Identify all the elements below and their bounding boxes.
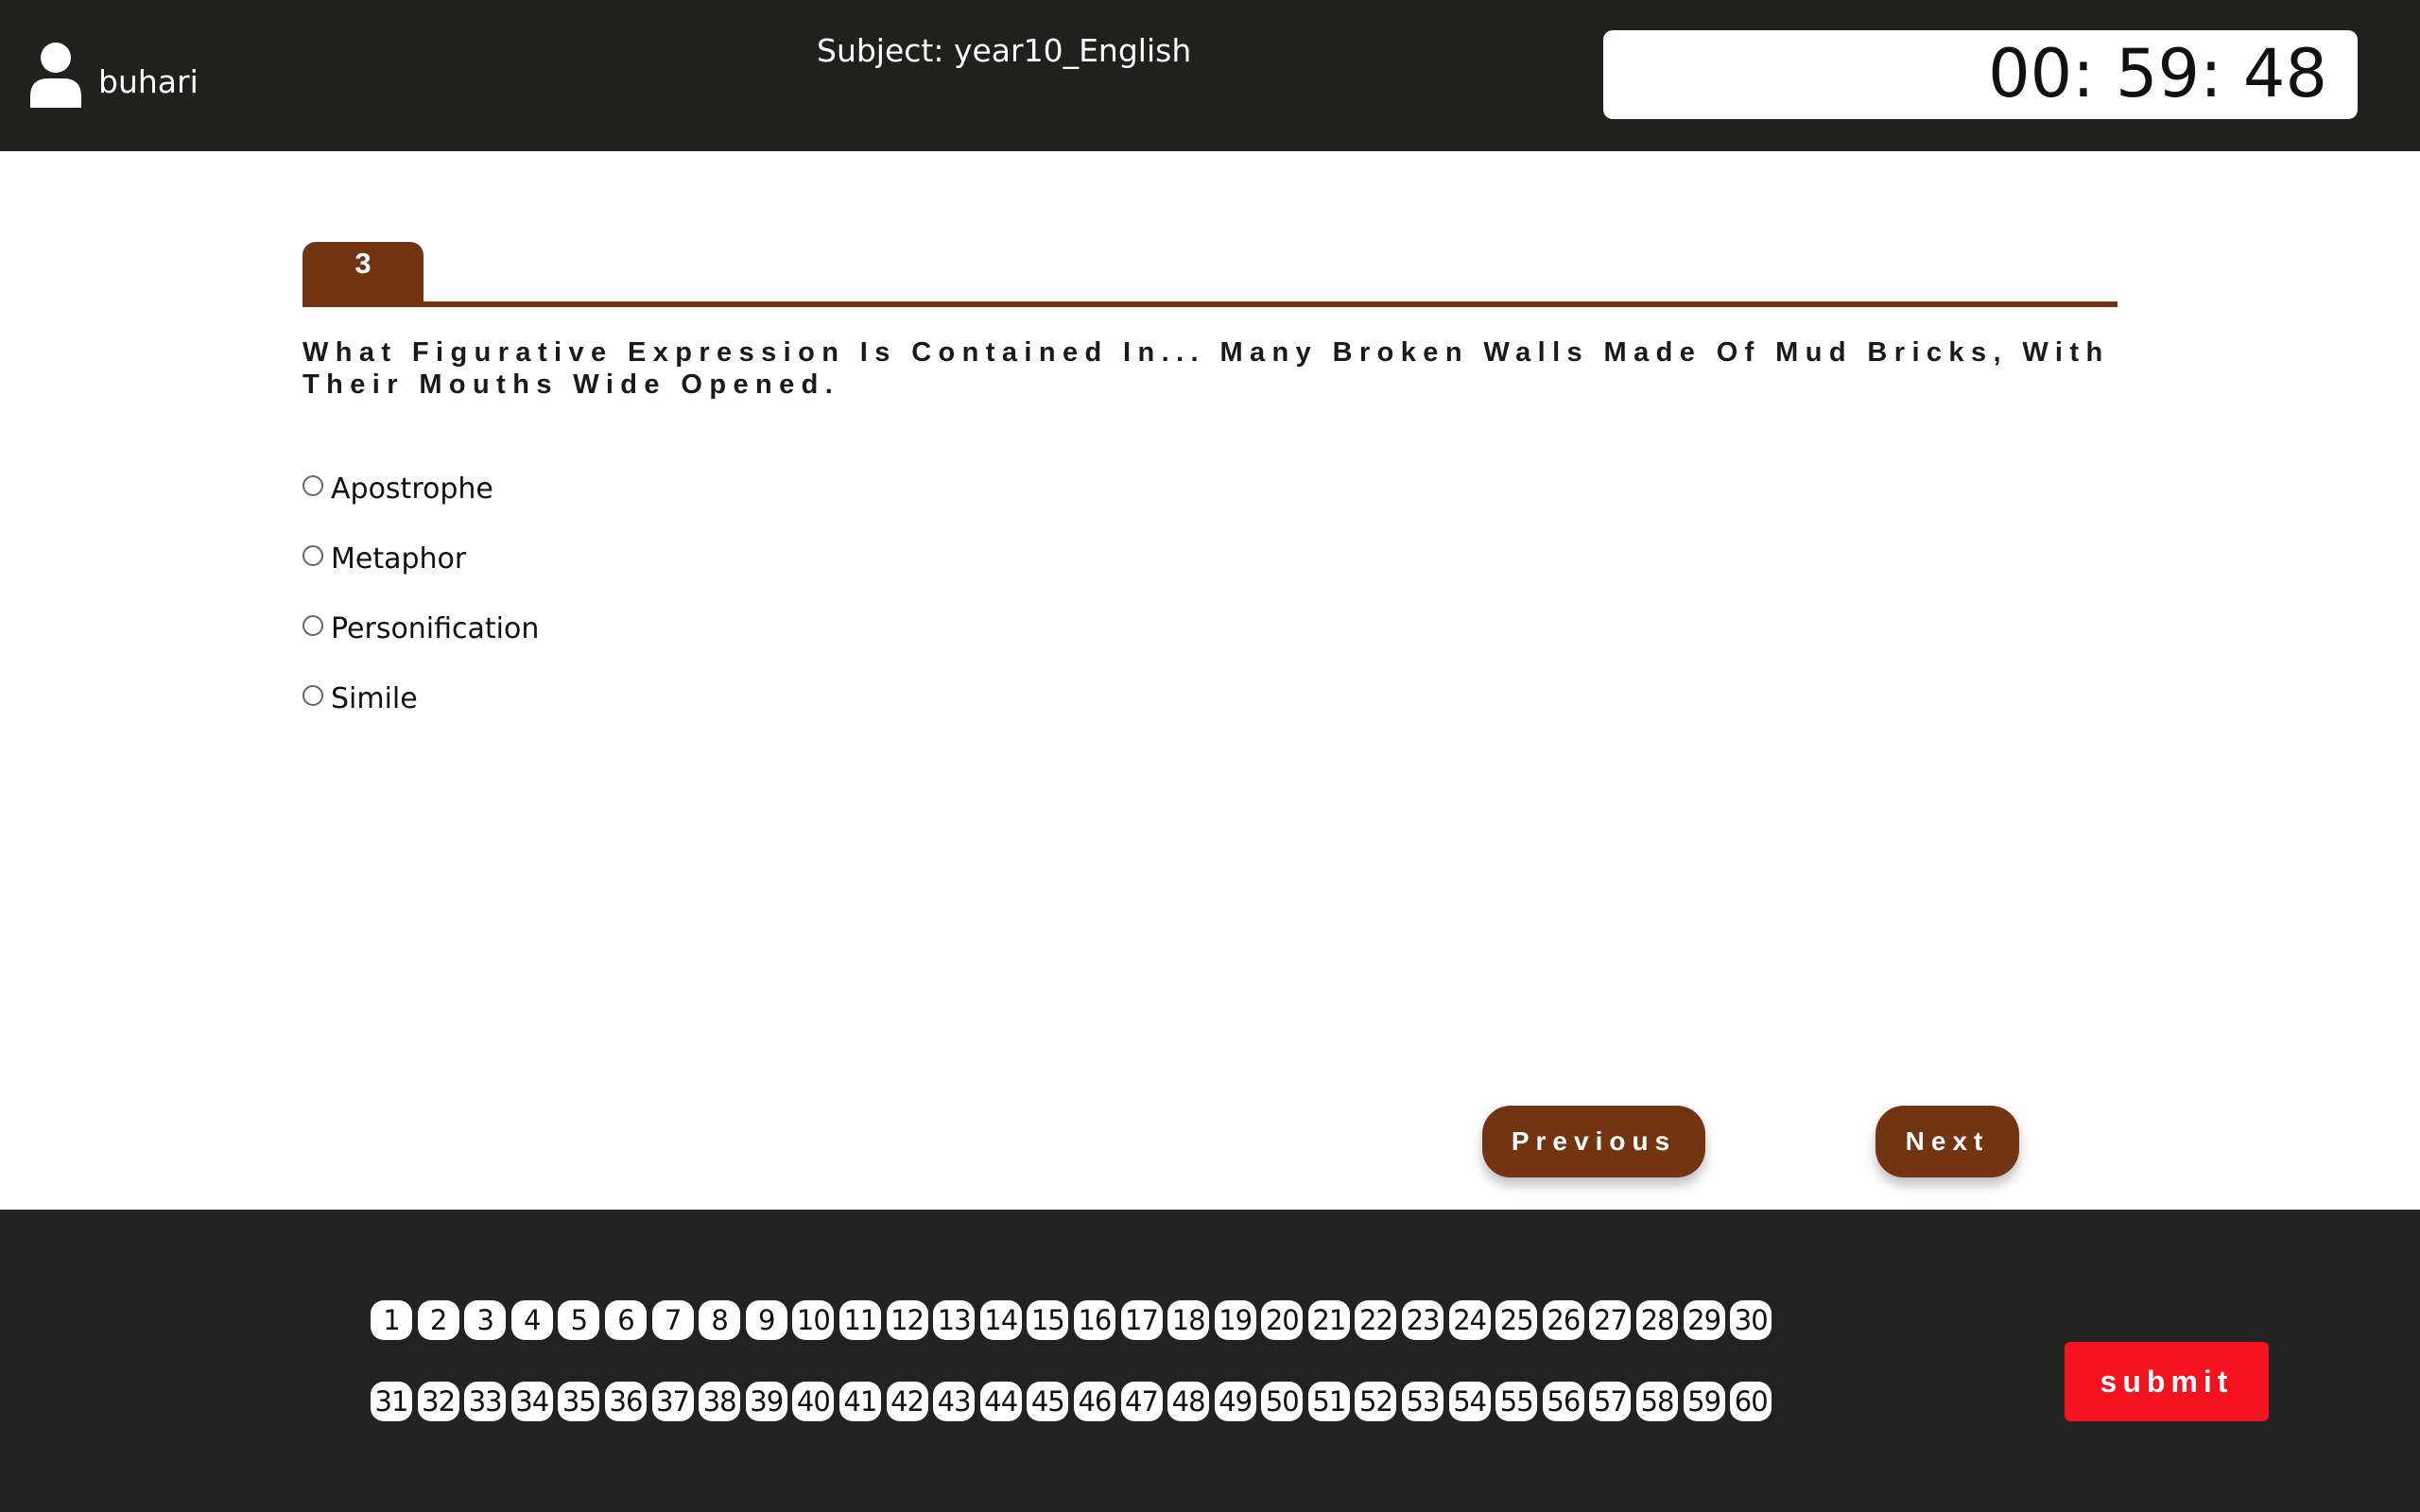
question-number-button[interactable]: 42 <box>886 1382 928 1421</box>
question-number-button[interactable]: 4 <box>510 1300 553 1340</box>
question-number-button[interactable]: 50 <box>1261 1382 1304 1421</box>
question-number-button[interactable]: 47 <box>1120 1382 1163 1421</box>
question-number-button[interactable]: 43 <box>933 1382 976 1421</box>
question-navigator-footer: 1 2 3 4 5 6 7 8 9 10 11 12 13 14 15 16 17 18 19 20 21 22 23 24 2… <box>0 1210 2420 1512</box>
question-number-button[interactable]: 35 <box>558 1382 600 1421</box>
question-number-button[interactable]: 49 <box>1214 1382 1256 1421</box>
question-divider <box>302 301 2118 307</box>
option-label: Metaphor <box>331 541 467 576</box>
question-number-button[interactable]: 3 <box>464 1300 507 1340</box>
question-number-button[interactable]: 16 <box>1073 1300 1115 1340</box>
question-number-button[interactable]: 7 <box>651 1300 694 1340</box>
question-number-button[interactable]: 33 <box>464 1382 507 1421</box>
radio-button[interactable] <box>302 545 323 566</box>
question-number-button[interactable]: 37 <box>651 1382 694 1421</box>
option-simile[interactable]: Simile <box>302 663 539 733</box>
question-number-row-2: 31 32 33 34 35 36 37 38 39 40 41 42 43 44 45 46 47 48 49 50… <box>371 1382 1777 1421</box>
radio-button[interactable] <box>302 615 323 636</box>
question-number-button[interactable]: 27 <box>1589 1300 1632 1340</box>
question-number-button[interactable]: 23 <box>1402 1300 1444 1340</box>
question-number-button[interactable]: 46 <box>1073 1382 1115 1421</box>
subject-title: Subject: year10_English <box>817 32 1192 69</box>
question-number-button[interactable]: 13 <box>933 1300 976 1340</box>
username: buhari <box>98 62 199 100</box>
question-number-button[interactable]: 58 <box>1636 1382 1679 1421</box>
option-metaphor[interactable]: Metaphor <box>302 524 539 593</box>
question-number-button[interactable]: 28 <box>1636 1300 1679 1340</box>
question-number-button[interactable]: 19 <box>1214 1300 1256 1340</box>
answer-options: Apostrophe Metaphor Personification Simi… <box>302 454 539 733</box>
question-number-button[interactable]: 21 <box>1307 1300 1350 1340</box>
question-number-button[interactable]: 26 <box>1542 1300 1584 1340</box>
radio-button[interactable] <box>302 685 323 706</box>
question-number-button[interactable]: 18 <box>1167 1300 1210 1340</box>
question-number-button[interactable]: 12 <box>886 1300 928 1340</box>
question-number-button[interactable]: 2 <box>417 1300 459 1340</box>
question-number-button[interactable]: 60 <box>1730 1382 1772 1421</box>
question-number-button[interactable]: 31 <box>371 1382 412 1421</box>
question-number-button[interactable]: 5 <box>558 1300 600 1340</box>
question-number-tab: 3 <box>302 242 424 304</box>
question-number-button[interactable]: 11 <box>838 1300 881 1340</box>
question-number-button[interactable]: 51 <box>1307 1382 1350 1421</box>
question-number-button[interactable]: 32 <box>417 1382 459 1421</box>
question-number-button[interactable]: 24 <box>1448 1300 1491 1340</box>
question-number-button[interactable]: 57 <box>1589 1382 1632 1421</box>
question-number-button[interactable]: 52 <box>1355 1382 1397 1421</box>
option-label: Personification <box>331 611 540 645</box>
question-number-button[interactable]: 48 <box>1167 1382 1210 1421</box>
question-number-button[interactable]: 40 <box>792 1382 835 1421</box>
question-number-button[interactable]: 14 <box>979 1300 1022 1340</box>
question-number-button[interactable]: 55 <box>1495 1382 1538 1421</box>
option-apostrophe[interactable]: Apostrophe <box>302 454 539 524</box>
user-info: buhari <box>28 42 199 108</box>
option-label: Apostrophe <box>331 472 493 506</box>
question-number-button[interactable]: 6 <box>604 1300 647 1340</box>
question-number-button[interactable]: 44 <box>979 1382 1022 1421</box>
question-number-button[interactable]: 15 <box>1027 1300 1069 1340</box>
submit-button[interactable]: submit <box>2065 1342 2269 1421</box>
question-number-button[interactable]: 59 <box>1683 1382 1725 1421</box>
question-number-button[interactable]: 34 <box>510 1382 553 1421</box>
question-number-button[interactable]: 29 <box>1683 1300 1725 1340</box>
question-number-button[interactable]: 30 <box>1730 1300 1772 1340</box>
question-number-row-1: 1 2 3 4 5 6 7 8 9 10 11 12 13 14 15 16 17 18 19 20 21 22 23 24 2… <box>371 1300 1777 1340</box>
next-button[interactable]: Next <box>1876 1106 2019 1177</box>
timer-box: 00: 59: 48 <box>1603 30 2358 119</box>
question-number-button[interactable]: 41 <box>838 1382 881 1421</box>
question-number-button[interactable]: 45 <box>1027 1382 1069 1421</box>
question-number-button[interactable]: 53 <box>1402 1382 1444 1421</box>
question-number-button[interactable]: 8 <box>699 1300 741 1340</box>
question-number-button[interactable]: 1 <box>371 1300 412 1340</box>
header-bar: buhari Subject: year10_English 00: 59: 4… <box>0 0 2420 151</box>
option-label: Simile <box>331 681 418 715</box>
option-personification[interactable]: Personification <box>302 593 539 663</box>
question-number-button[interactable]: 25 <box>1495 1300 1538 1340</box>
radio-button[interactable] <box>302 475 323 496</box>
question-number-button[interactable]: 39 <box>745 1382 787 1421</box>
question-number-button[interactable]: 17 <box>1120 1300 1163 1340</box>
question-number-button[interactable]: 9 <box>745 1300 787 1340</box>
user-icon <box>30 43 81 108</box>
previous-button[interactable]: Previous <box>1482 1106 1705 1177</box>
question-number-button[interactable]: 20 <box>1261 1300 1304 1340</box>
question-number-button[interactable]: 38 <box>699 1382 741 1421</box>
question-number-button[interactable]: 56 <box>1542 1382 1584 1421</box>
question-number-button[interactable]: 22 <box>1355 1300 1397 1340</box>
question-number-button[interactable]: 36 <box>604 1382 647 1421</box>
countdown-timer: 00: 59: 48 <box>1988 35 2327 112</box>
question-number-button[interactable]: 54 <box>1448 1382 1491 1421</box>
question-number-button[interactable]: 10 <box>792 1300 835 1340</box>
question-text: What Figurative Expression Is Contained … <box>302 337 2110 400</box>
